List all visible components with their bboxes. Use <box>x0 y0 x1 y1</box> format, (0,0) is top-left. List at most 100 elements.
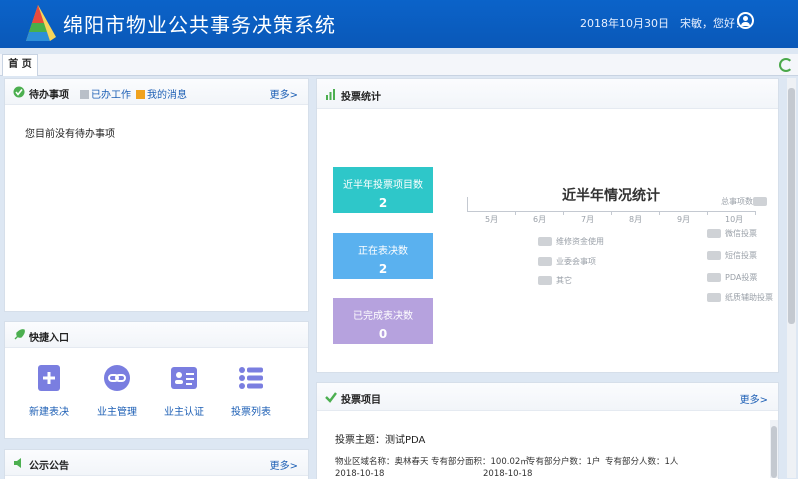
chart-legend-label[interactable]: PDA投票 <box>725 272 757 283</box>
list-icon <box>237 364 265 392</box>
chart-x-tick <box>659 211 660 215</box>
stat-half-year-projects-value: 2 <box>378 196 388 210</box>
chart-legend-swatch[interactable] <box>707 293 721 302</box>
todo-empty-text: 您目前没有待办事项 <box>25 129 115 140</box>
stat-voting-completed-value: 0 <box>378 327 388 341</box>
chart-x-tick-label: 8月 <box>629 215 643 224</box>
chart-x-tick <box>707 211 708 215</box>
chart-legend-label[interactable]: 总事项数 <box>721 196 753 207</box>
chart-x-tick-label: 5月 <box>485 215 499 224</box>
id-card-icon <box>170 364 198 392</box>
chart-legend-swatch[interactable] <box>753 197 767 206</box>
quick-owner-verification-label: 业主认证 <box>164 407 204 418</box>
chart-legend-label[interactable]: 短信投票 <box>725 250 757 261</box>
chart-legend-label[interactable]: 其它 <box>556 275 572 286</box>
todo-panel: 待办事项 已办工作 我的消息 更多> 您目前没有待办事项 <box>4 78 309 312</box>
header-greeting: 宋敏，您好！ <box>680 17 746 30</box>
project-own-area-label: 专有部分面积： <box>431 457 491 467</box>
add-document-icon <box>35 364 63 392</box>
stat-voting-in-progress-value: 2 <box>378 262 388 276</box>
chart-legend-label[interactable]: 微信投票 <box>725 228 757 239</box>
chart-legend-swatch[interactable] <box>707 251 721 260</box>
link-icon <box>103 364 131 392</box>
chart-title: 近半年情况统计 <box>562 188 660 204</box>
notice-title: 公示公告 <box>29 461 69 472</box>
rocket-icon <box>14 329 25 340</box>
tab-done-work-label: 已办工作 <box>91 90 131 101</box>
project-households: 专有部分户数：1户 <box>527 455 600 467</box>
stat-half-year-projects[interactable]: 近半年投票项目数 2 <box>333 167 433 213</box>
page-scrollbar[interactable] <box>787 78 796 478</box>
chart-legend-swatch[interactable] <box>538 237 552 246</box>
chart-x-tick-label: 9月 <box>677 215 691 224</box>
chart-legend-swatch[interactable] <box>707 273 721 282</box>
bar-chart-icon <box>326 89 335 100</box>
quick-owner-management[interactable]: 业主管理 <box>87 364 147 418</box>
tab-home[interactable]: 首 页 <box>2 54 38 76</box>
project-own-area: 专有部分面积：100.02㎡ <box>431 455 529 467</box>
stat-voting-in-progress-label: 正在表决数 <box>358 246 408 257</box>
vote-projects-more-link[interactable]: 更多> <box>740 391 768 406</box>
header-date: 2018年10月30日 <box>580 17 669 30</box>
project-households-value: 1户 <box>586 457 601 467</box>
notice-more-link[interactable]: 更多> <box>270 457 298 472</box>
chart-x-tick <box>755 211 756 215</box>
chart-legend-swatch[interactable] <box>707 229 721 238</box>
project-persons-value: 1人 <box>664 457 679 467</box>
project-date-start: 2018-10-18 <box>335 469 385 479</box>
chart-x-tick-label: 10月 <box>725 215 744 224</box>
speaker-icon <box>14 458 21 468</box>
stat-voting-completed-label: 已完成表决数 <box>353 311 413 322</box>
chart-x-tick-label: 7月 <box>581 215 595 224</box>
quick-new-vote[interactable]: 新建表决 <box>19 364 79 418</box>
tab-done-work[interactable]: 已办工作 <box>80 86 131 101</box>
vote-stats-title: 投票统计 <box>341 92 381 103</box>
projects-scroll-thumb[interactable] <box>771 426 777 478</box>
check-circle-icon <box>13 86 25 98</box>
notice-panel: 公示公告 更多> <box>4 449 309 479</box>
project-persons: 专有部分人数：1人 <box>605 455 678 467</box>
quick-owner-management-label: 业主管理 <box>97 407 137 418</box>
stat-voting-in-progress[interactable]: 正在表决数 2 <box>333 233 433 279</box>
app-title: 绵阳市物业公共事务决策系统 <box>63 13 336 37</box>
project-subject[interactable]: 投票主题：测试PDA <box>335 431 425 446</box>
quick-vote-list[interactable]: 投票列表 <box>221 364 281 418</box>
project-own-area-value: 100.02㎡ <box>490 457 529 467</box>
refresh-icon[interactable] <box>779 58 793 72</box>
logo-icon <box>26 5 56 41</box>
chart-x-tick <box>563 211 564 215</box>
check-badge-icon <box>325 392 337 403</box>
quick-owner-verification[interactable]: 业主认证 <box>154 364 214 418</box>
message-icon <box>136 90 145 99</box>
project-households-label: 专有部分户数： <box>527 457 587 467</box>
user-icon[interactable] <box>737 12 754 29</box>
vote-stats-panel: 投票统计 近半年投票项目数 2 正在表决数 2 已完成表决数 0 近半年情况统计… <box>316 78 779 373</box>
chart-x-tick <box>515 211 516 215</box>
chart-legend-swatch[interactable] <box>538 276 552 285</box>
tab-my-messages[interactable]: 我的消息 <box>136 86 187 101</box>
project-area-label: 物业区域名称： <box>335 457 395 467</box>
projects-scrollbar[interactable] <box>770 420 778 478</box>
vote-projects-header: 投票项目 更多> <box>317 383 778 411</box>
project-area: 物业区域名称：奥林春天 <box>335 455 429 467</box>
todo-title: 待办事项 <box>29 90 69 101</box>
tab-my-messages-label: 我的消息 <box>147 90 187 101</box>
quick-entry-header: 快捷入口 <box>5 322 308 348</box>
chart-legend-label[interactable]: 纸质辅助投票 <box>725 292 773 303</box>
project-subject-label: 投票主题： <box>335 435 385 446</box>
project-persons-label: 专有部分人数： <box>605 457 665 467</box>
page-scroll-thumb[interactable] <box>788 88 795 324</box>
app-header: 绵阳市物业公共事务决策系统 2018年10月30日 宋敏，您好！ <box>0 0 798 48</box>
project-area-value: 奥林春天 <box>394 457 429 467</box>
stat-voting-completed[interactable]: 已完成表决数 0 <box>333 298 433 344</box>
chart-legend-label[interactable]: 业委会事项 <box>556 256 596 267</box>
vote-projects-panel: 投票项目 更多> 投票主题：测试PDA 物业区域名称：奥林春天 专有部分面积：1… <box>316 382 779 479</box>
quick-new-vote-label: 新建表决 <box>29 407 69 418</box>
vote-projects-title: 投票项目 <box>341 395 381 406</box>
quick-vote-list-label: 投票列表 <box>231 407 271 418</box>
todo-more-link[interactable]: 更多> <box>270 86 298 101</box>
project-subject-value: 测试PDA <box>385 435 426 446</box>
chart-legend-label[interactable]: 维修资金使用 <box>556 236 604 247</box>
chart-legend-swatch[interactable] <box>538 257 552 266</box>
project-date-end: 2018-10-18 <box>483 469 533 479</box>
